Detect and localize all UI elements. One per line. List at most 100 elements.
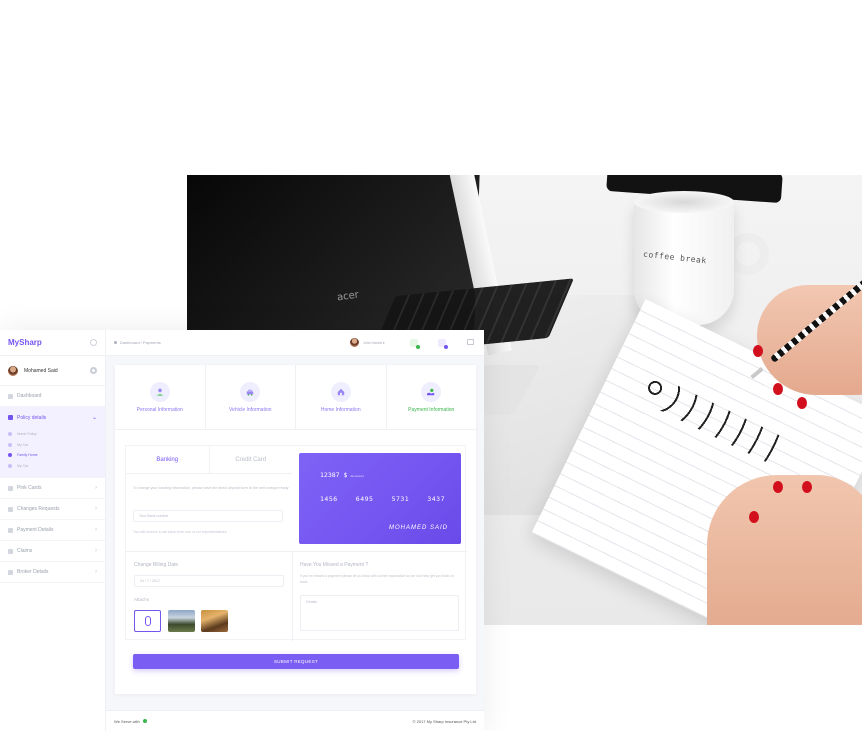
submenu-item-my-car[interactable]: My Car	[0, 440, 105, 451]
submenu-item-label: Home Policy	[17, 432, 37, 437]
dashboard-window: MySharp Mohamed Said Dashboard Policy de…	[0, 330, 484, 731]
submenu-item-my-car-2[interactable]: My Car	[0, 461, 105, 472]
sidebar-item-label: Payment Details	[17, 527, 54, 533]
sidebar-item-policy-details[interactable]: Policy details ⌄	[0, 407, 105, 428]
avatar	[350, 338, 359, 347]
heart-icon	[142, 718, 147, 723]
sidebar-user[interactable]: Mohamed Said	[0, 356, 105, 386]
billing-date-input[interactable]: 24 / 7 / 2017	[134, 575, 284, 587]
payment-details-card: Banking Credit Card To change your banki…	[125, 445, 467, 641]
broker-icon	[8, 569, 13, 575]
payment-tabs: Banking Credit Card	[126, 446, 292, 474]
card-amount-value: 12387 $	[320, 471, 348, 479]
mug-rim	[634, 191, 734, 213]
banking-note: You will receive a call back from one of…	[133, 530, 228, 534]
messages-icon[interactable]	[438, 339, 448, 349]
person-icon	[149, 381, 170, 402]
card-number-group: 1456	[320, 495, 338, 503]
user-menu[interactable]: John Harold ▾	[350, 338, 385, 347]
card-amount: 12387 $ due amount	[320, 471, 364, 479]
breadcrumb[interactable]: Dashboard / Payments	[114, 340, 161, 345]
bullet-icon	[8, 463, 12, 468]
step-home-information[interactable]: Home Information	[296, 365, 387, 429]
sidebar-user-name: Mohamed Said	[24, 367, 58, 374]
breadcrumb-text: Dashboard / Payments	[120, 340, 161, 345]
card-holder-name: MOHAMED SAID	[388, 525, 448, 531]
sidebar-item-label: Changes Requests	[17, 506, 60, 512]
bullet-icon	[8, 442, 12, 447]
submenu-item-label: My Car	[17, 463, 29, 468]
divider	[126, 551, 467, 552]
submenu-item-label: Family Home	[17, 453, 38, 458]
sidebar: MySharp Mohamed Said Dashboard Policy de…	[0, 330, 106, 731]
avatar	[8, 365, 18, 376]
sidebar-item-payment-details[interactable]: Payment Details ›	[0, 520, 105, 541]
card-icon	[8, 485, 13, 491]
step-label: Vehicle Information	[228, 406, 272, 413]
step-vehicle-information[interactable]: Vehicle Information	[206, 365, 296, 429]
fingernail	[773, 383, 783, 395]
house-icon	[330, 381, 351, 402]
sidebar-item-label: Broker Details	[17, 569, 49, 575]
sidebar-item-pink-cards[interactable]: Pink Cards ›	[0, 478, 105, 499]
sidebar-item-label: Policy details	[17, 414, 47, 421]
chevron-right-icon: ›	[95, 569, 97, 575]
chevron-right-icon: ›	[95, 527, 97, 533]
submenu-item-label: My Car	[17, 442, 29, 447]
policy-submenu: Home Policy My Car Family Home My Car	[0, 428, 105, 478]
bullet-icon	[8, 453, 12, 458]
step-label: Payment Information	[408, 406, 455, 413]
billing-date-label: Change Billing Date	[134, 562, 179, 568]
card-number-group: 6495	[355, 495, 374, 503]
step-personal-information[interactable]: Personal Information	[115, 365, 206, 429]
topbar: Dashboard / Payments John Harold ▾	[106, 330, 484, 356]
tab-banking[interactable]: Banking	[126, 446, 210, 473]
step-label: Personal Information	[136, 406, 183, 413]
user-menu-name: John Harold ▾	[363, 340, 385, 345]
chat-icon[interactable]	[467, 339, 474, 345]
bullet-icon	[8, 432, 12, 437]
footer-tagline: We Serve with	[114, 718, 140, 724]
fingernail	[797, 397, 807, 409]
attachment-thumbnail[interactable]	[168, 610, 195, 632]
step-payment-information[interactable]: Payment Information	[387, 365, 477, 429]
gear-icon[interactable]	[90, 367, 97, 374]
sidebar-item-claims[interactable]: Claims ›	[0, 541, 105, 562]
step-label: Home Information	[320, 406, 361, 413]
submenu-item-family-home[interactable]: Family Home	[0, 450, 105, 461]
footer-copyright: © 2017 My Sharp Insurance Pty Ltd	[412, 718, 476, 724]
card-amount-suffix: due amount	[350, 475, 364, 478]
credit-card-preview: 12387 $ due amount 1456 6495 5731 3437 MO…	[299, 453, 461, 544]
attachment-thumbnail[interactable]	[201, 610, 228, 632]
chevron-down-icon: ⌄	[91, 415, 97, 421]
sidebar-item-changes-requests[interactable]: Changes Requests ›	[0, 499, 105, 520]
tab-credit-card[interactable]: Credit Card	[210, 446, 293, 473]
submenu-item-home-policy[interactable]: Home Policy	[0, 429, 105, 440]
sidebar-item-broker-details[interactable]: Broker Details ›	[0, 562, 105, 583]
hand-coin-icon	[421, 381, 442, 402]
missed-payment-details-textarea[interactable]: Details	[300, 595, 459, 631]
missed-payment-copy: If you've missed a payment please let us…	[300, 574, 454, 584]
card-number-group: 3437	[427, 495, 445, 503]
paperclip-icon	[144, 616, 151, 626]
document-icon	[8, 506, 13, 512]
fingernail	[773, 481, 783, 493]
resting-hand	[707, 475, 862, 625]
bank-number-input[interactable]: Your Bank number	[133, 510, 283, 522]
notifications-icon[interactable]	[410, 339, 420, 349]
notification-badge	[416, 345, 420, 349]
app-logo[interactable]: MySharp	[8, 338, 42, 347]
submit-request-button[interactable]: SUBMIT REQUEST	[133, 654, 459, 669]
sidebar-item-dashboard[interactable]: Dashboard	[0, 386, 105, 407]
payment-form-panel: Personal Information Vehicle Information…	[115, 365, 476, 694]
missed-payment-title: Have You Missed a Payment ?	[300, 562, 369, 568]
chevron-right-icon: ›	[95, 485, 97, 491]
card-number: 1456 6495 5731 3437	[320, 495, 445, 503]
wallet-icon	[8, 527, 13, 533]
attach-file-button[interactable]	[134, 610, 161, 632]
car-icon	[240, 381, 261, 402]
attachments-label: Attachs	[134, 597, 150, 602]
menu-toggle-icon[interactable]	[90, 339, 97, 346]
sidebar-item-label: Dashboard	[17, 393, 42, 399]
chevron-right-icon: ›	[95, 506, 97, 512]
